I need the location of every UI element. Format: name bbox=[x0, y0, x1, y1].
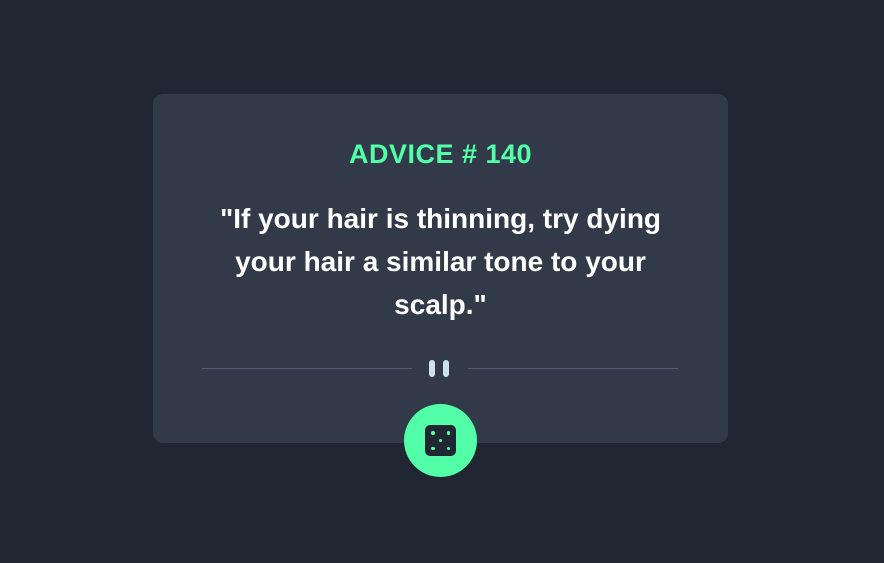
advice-card: ADVICE # 140 "If your hair is thinning, … bbox=[153, 94, 728, 443]
new-advice-dice-button[interactable] bbox=[404, 404, 477, 477]
dice-icon bbox=[425, 425, 456, 456]
divider bbox=[202, 358, 678, 378]
divider-line-right bbox=[468, 368, 678, 369]
advice-id-heading: ADVICE # 140 bbox=[348, 139, 533, 169]
pause-icon bbox=[428, 360, 450, 377]
divider-line-left bbox=[202, 368, 412, 369]
advice-quote: "If your hair is thinning, try dying you… bbox=[219, 203, 662, 320]
